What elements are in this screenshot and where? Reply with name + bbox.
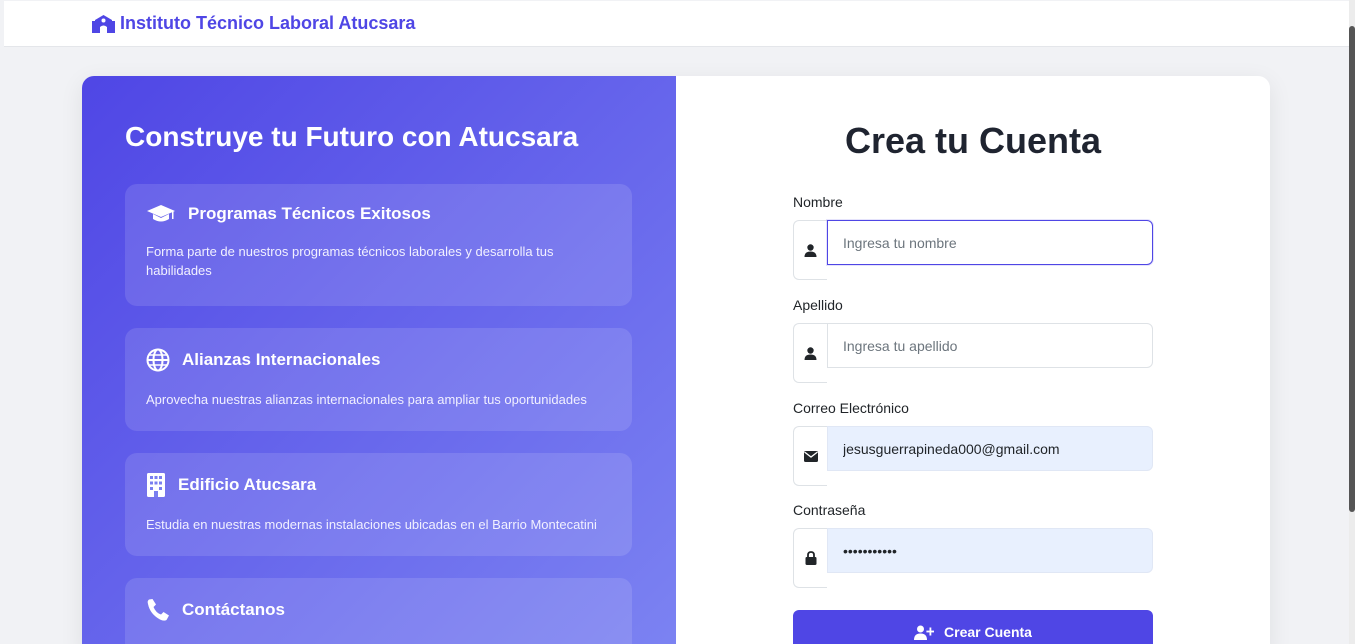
info-panel: Construye tu Futuro con Atucsara Program…	[82, 76, 676, 644]
nombre-input-group	[793, 220, 1153, 280]
brand-name: Instituto Técnico Laboral Atucsara	[120, 13, 416, 33]
correo-label: Correo Electrónico	[793, 400, 909, 416]
create-account-label: Crear Cuenta	[944, 624, 1032, 640]
feature-card-programs: Programas Técnicos Exitosos Forma parte …	[125, 183, 632, 306]
feature-text: Forma parte de nuestros programas técnic…	[146, 243, 554, 278]
nombre-label: Nombre	[793, 194, 843, 210]
graduation-cap-icon	[147, 204, 175, 222]
nombre-input[interactable]	[827, 220, 1153, 265]
top-navbar: Instituto Técnico Laboral Atucsara	[4, 1, 1349, 47]
phone-icon	[147, 598, 169, 621]
feature-title: Edificio Atucsara	[178, 474, 317, 494]
lock-icon	[793, 528, 827, 588]
scrollbar-thumb[interactable]	[1349, 26, 1355, 512]
apellido-input-group	[793, 323, 1153, 383]
hero-title: Construye tu Futuro con Atucsara	[125, 121, 579, 152]
password-input-group	[793, 528, 1153, 588]
correo-input[interactable]	[827, 426, 1153, 471]
brand-link[interactable]: Instituto Técnico Laboral Atucsara	[92, 13, 415, 34]
feature-text: Estudia en nuestras modernas instalacion…	[146, 516, 597, 532]
building-icon	[147, 472, 165, 497]
feature-title: Programas Técnicos Exitosos	[188, 203, 431, 223]
envelope-icon	[793, 426, 827, 486]
password-label: Contraseña	[793, 502, 866, 518]
feature-title: Alianzas Internacionales	[182, 349, 381, 369]
form-panel: Crea tu Cuenta Nombre Apellido Correo El…	[676, 76, 1270, 644]
registration-card: Construye tu Futuro con Atucsara Program…	[82, 76, 1270, 644]
feature-card-alliances: Alianzas Internacionales Aprovecha nuest…	[125, 327, 632, 431]
feature-text: Aprovecha nuestras alianzas internaciona…	[146, 391, 587, 407]
globe-icon	[146, 348, 170, 372]
password-input[interactable]	[827, 528, 1153, 573]
user-icon	[793, 323, 827, 383]
form-title: Crea tu Cuenta	[844, 120, 1102, 161]
apellido-label: Apellido	[793, 297, 843, 313]
correo-input-group	[793, 426, 1153, 486]
create-account-button[interactable]: Crear Cuenta	[793, 610, 1153, 644]
user-icon	[793, 220, 827, 280]
feature-title: Contáctanos	[182, 599, 285, 619]
feature-card-building: Edificio Atucsara Estudia en nuestras mo…	[125, 452, 632, 556]
apellido-input[interactable]	[827, 323, 1153, 368]
user-plus-icon	[914, 625, 935, 640]
feature-card-contact: Contáctanos	[125, 577, 632, 644]
school-icon	[92, 14, 115, 33]
